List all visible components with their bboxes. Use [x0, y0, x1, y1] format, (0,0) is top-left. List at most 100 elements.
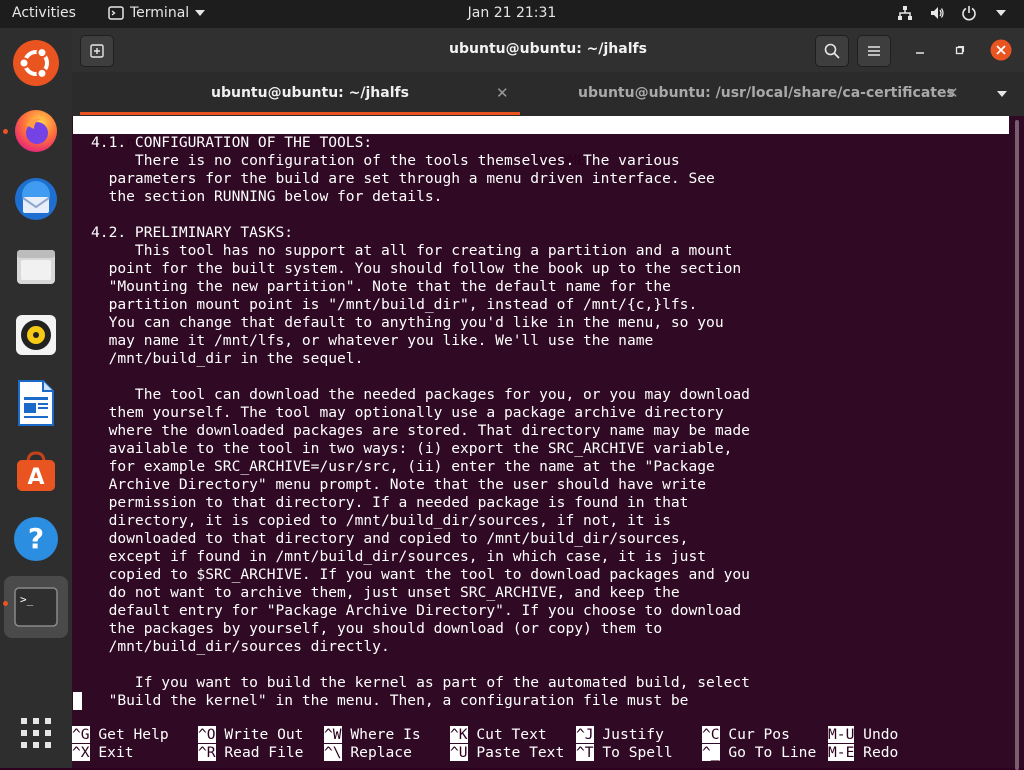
close-window-button[interactable] [985, 35, 1017, 65]
shortcut-item: ^O Write Out [198, 726, 303, 744]
top-bar: Activities Terminal Jan 21 21:31 [0, 0, 1024, 28]
shortcut-key: ^C [702, 726, 720, 743]
app-menu-label: Terminal [130, 5, 190, 21]
shortcut-label: Exit [98, 744, 134, 761]
shortcut-item: ^\ Replace [324, 744, 412, 762]
terminal-window: ubuntu@ubuntu: ~/jhalfs ubuntu@ubuntu: ~… [72, 28, 1024, 770]
dock-writer[interactable] [4, 372, 68, 434]
shortcut-item: ^X Exit [72, 744, 134, 762]
buffer-line: If you want to build the kernel as part … [91, 674, 750, 691]
shortcut-key: ^R [198, 744, 216, 761]
rhythmbox-icon [16, 315, 56, 355]
terminal-icon: >_ [14, 587, 58, 627]
scrollbar[interactable] [1015, 120, 1019, 770]
buffer-line: The tool can download the needed package… [91, 386, 750, 403]
tab-list-button[interactable] [986, 79, 1018, 109]
tab-close-icon[interactable]: ✕ [496, 84, 509, 102]
network-icon[interactable] [896, 4, 914, 22]
shortcut-key: ^\ [324, 744, 342, 761]
shortcut-key: ^O [198, 726, 216, 743]
activities-button[interactable]: Activities [12, 5, 76, 21]
shortcut-label: Justify [602, 726, 664, 743]
restore-icon [955, 45, 965, 55]
dock: A ? >_ [0, 28, 72, 768]
terminal-area[interactable]: GNU nano 4.8 README 4.1. CONFIGURATION O… [72, 116, 1024, 770]
dock-files[interactable] [4, 236, 68, 298]
buffer-line: You can change that default to anything … [91, 314, 724, 331]
tab-label: ubuntu@ubuntu: ~/jhalfs [211, 85, 409, 101]
buffer-line [72, 368, 1008, 386]
dock-firefox[interactable] [4, 100, 68, 162]
buffer-line: /mnt/build_dir in the sequel. [91, 350, 364, 367]
dock-software[interactable]: A [4, 440, 68, 502]
buffer-line: the section RUNNING below for details. [91, 188, 443, 205]
buffer-line: downloaded to that directory and copied … [91, 530, 689, 547]
buffer-line: This tool has no support at all for crea… [91, 242, 733, 259]
volume-icon[interactable] [928, 4, 946, 22]
tab-close-icon[interactable]: ✕ [946, 84, 959, 102]
dock-ubuntu[interactable] [4, 32, 68, 94]
app-menu[interactable]: Terminal [108, 5, 206, 21]
buffer-line: partition mount point is "/mnt/build_dir… [91, 296, 698, 313]
power-icon[interactable] [960, 4, 978, 22]
shortcut-label: Read File [224, 744, 304, 761]
shortcut-key: ^U [450, 744, 468, 761]
text-cursor [73, 692, 82, 710]
hamburger-icon [868, 46, 880, 56]
buffer-line: 4.2. PRELIMINARY TASKS: [91, 224, 294, 241]
dock-thunderbird[interactable] [4, 168, 68, 230]
shortcut-item: ^W Where Is [324, 726, 421, 744]
buffer-line: available to the tool in two ways: (i) e… [91, 440, 733, 457]
buffer-line: permission to that directory. If a neede… [91, 494, 689, 511]
shortcut-label: Paste Text [476, 744, 565, 761]
buffer-line: "Build the kernel" in the menu. Then, a … [91, 692, 689, 709]
chevron-down-icon [997, 91, 1007, 97]
shortcut-item: ^R Read File [198, 744, 303, 762]
clock[interactable]: Jan 21 21:31 [468, 5, 557, 21]
nano-buffer[interactable]: 4.1. CONFIGURATION OF THE TOOLS: There i… [72, 134, 1008, 710]
buffer-line: parameters for the build are set through… [91, 170, 715, 187]
nano-title-bar: GNU nano 4.8 README [73, 116, 1009, 169]
buffer-line: where the downloaded packages are stored… [91, 422, 750, 439]
shortcut-key: ^K [450, 726, 468, 743]
header-bar: ubuntu@ubuntu: ~/jhalfs [72, 28, 1024, 72]
shortcut-label: Get Help [98, 726, 169, 743]
buffer-line: point for the built system. You should f… [91, 260, 742, 277]
files-icon [17, 250, 55, 284]
tab-jhalfs[interactable]: ubuntu@ubuntu: ~/jhalfs ✕ [72, 72, 520, 116]
show-applications-button[interactable] [4, 702, 68, 764]
help-icon: ? [14, 517, 58, 561]
shortcut-label: Where Is [350, 726, 421, 743]
shortcut-item: ^_ Go To Line [702, 744, 816, 762]
shortcut-item: M-E Redo [828, 744, 898, 762]
nano-shortcut-bar: ^G Get Help ^O Write Out ^W Where Is ^K Cut… [72, 726, 1008, 762]
shortcut-label: Redo [863, 744, 899, 761]
menu-button[interactable] [857, 35, 891, 67]
ubuntu-software-icon: A [17, 451, 55, 491]
shortcut-item: ^U Paste Text [450, 744, 564, 762]
tab-ca-certificates[interactable]: ubuntu@ubuntu: /usr/local/share/ca-certi… [520, 72, 960, 116]
buffer-line: do not want to archive them, just unset … [91, 584, 680, 601]
tab-bar: ubuntu@ubuntu: ~/jhalfs ✕ ubuntu@ubuntu:… [72, 72, 1024, 116]
shortcut-item: M-U Undo [828, 726, 898, 744]
shortcut-key: ^T [576, 744, 594, 761]
dock-help[interactable]: ? [4, 508, 68, 570]
system-menu-chevron-icon[interactable] [992, 4, 1010, 22]
shortcut-key: ^G [72, 726, 90, 743]
shortcut-item: ^K Cut Text [450, 726, 547, 744]
shortcut-item: ^J Justify [576, 726, 664, 744]
shortcut-key: ^X [72, 744, 90, 761]
dock-rhythmbox[interactable] [4, 304, 68, 366]
buffer-line: except if found in /mnt/build_dir/source… [91, 548, 707, 565]
dock-terminal[interactable]: >_ [4, 576, 68, 638]
minimize-button[interactable] [904, 35, 936, 65]
firefox-icon [15, 110, 57, 152]
search-button[interactable] [815, 35, 849, 67]
shortcut-key: M-E [828, 744, 855, 761]
buffer-line: may name it /mnt/lfs, or whatever you li… [91, 332, 654, 349]
shortcut-key: ^J [576, 726, 594, 743]
buffer-line: 4.1. CONFIGURATION OF THE TOOLS: [91, 134, 373, 151]
shortcut-label: To Spell [602, 744, 673, 761]
maximize-button[interactable] [944, 35, 976, 65]
shortcut-label: Cur Pos [728, 726, 790, 743]
